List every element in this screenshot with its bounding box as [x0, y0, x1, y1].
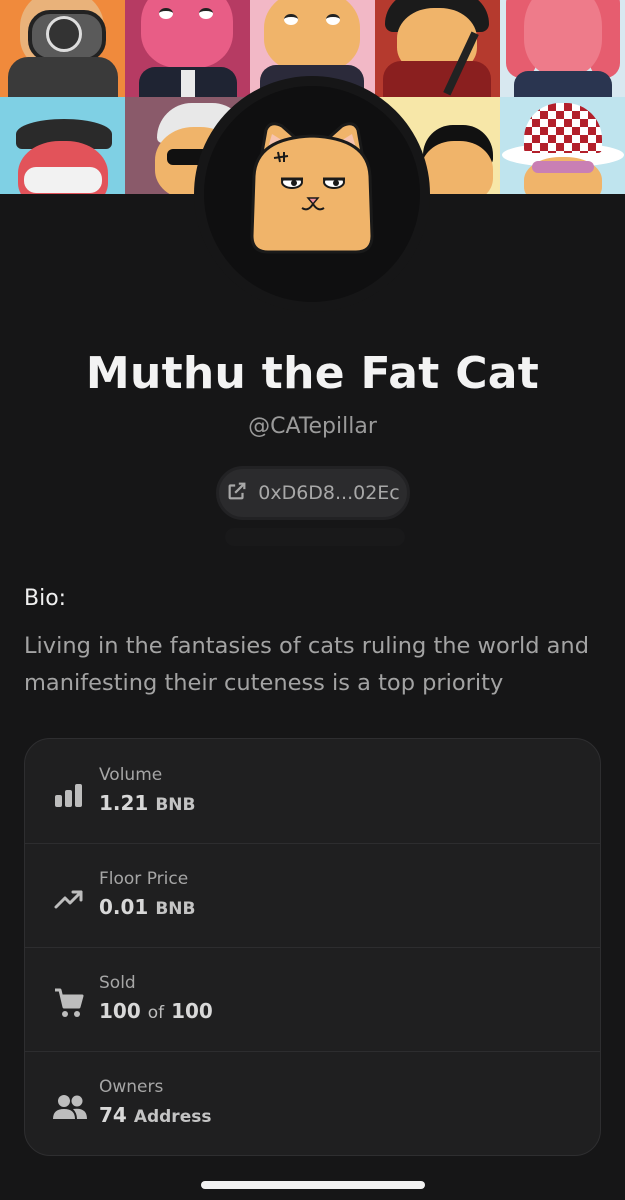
bar-chart-icon: [53, 779, 85, 811]
collection-stats-card: Volume 1.21 BNB Floor Price 0.01 BNB Sol…: [24, 738, 601, 1156]
stat-label: Floor Price: [99, 869, 189, 889]
stat-value: 100 of 100: [99, 999, 213, 1023]
home-indicator[interactable]: [201, 1181, 425, 1189]
stat-label: Sold: [99, 973, 136, 993]
wallet-address-button[interactable]: 0xD6D8...02Ec: [216, 466, 410, 520]
stat-floor-price: Floor Price 0.01 BNB: [25, 843, 600, 948]
banner-nft-image: [0, 97, 125, 194]
stat-value: 1.21 BNB: [99, 791, 196, 815]
banner-nft-image: [0, 0, 125, 97]
trending-up-icon: [53, 883, 85, 915]
stat-value: 0.01 BNB: [99, 895, 196, 919]
bio-text: Living in the fantasies of cats ruling t…: [24, 633, 589, 696]
bio-label: Bio:: [24, 586, 67, 611]
banner-nft-image: [500, 0, 625, 97]
profile-name: Muthu the Fat Cat: [85, 348, 540, 399]
people-icon: [53, 1091, 87, 1123]
banner-nft-image: [125, 0, 250, 97]
pill-shadow: [225, 528, 405, 546]
banner-nft-image: [500, 97, 625, 194]
profile-handle: @CATepillar: [248, 414, 377, 439]
profile-avatar: [194, 76, 430, 312]
stat-value: 74 Address: [99, 1103, 212, 1127]
stat-owners: Owners 74 Address: [25, 1051, 600, 1155]
cat-avatar-image: [250, 122, 374, 254]
banner-nft-image: [375, 0, 500, 97]
stat-label: Owners: [99, 1077, 164, 1097]
stat-volume: Volume 1.21 BNB: [25, 739, 600, 844]
stat-label: Volume: [99, 765, 163, 785]
stat-sold: Sold 100 of 100: [25, 947, 600, 1052]
wallet-address-text: 0xD6D8...02Ec: [258, 482, 400, 504]
cart-icon: [53, 987, 85, 1019]
external-link-icon: [226, 480, 248, 507]
